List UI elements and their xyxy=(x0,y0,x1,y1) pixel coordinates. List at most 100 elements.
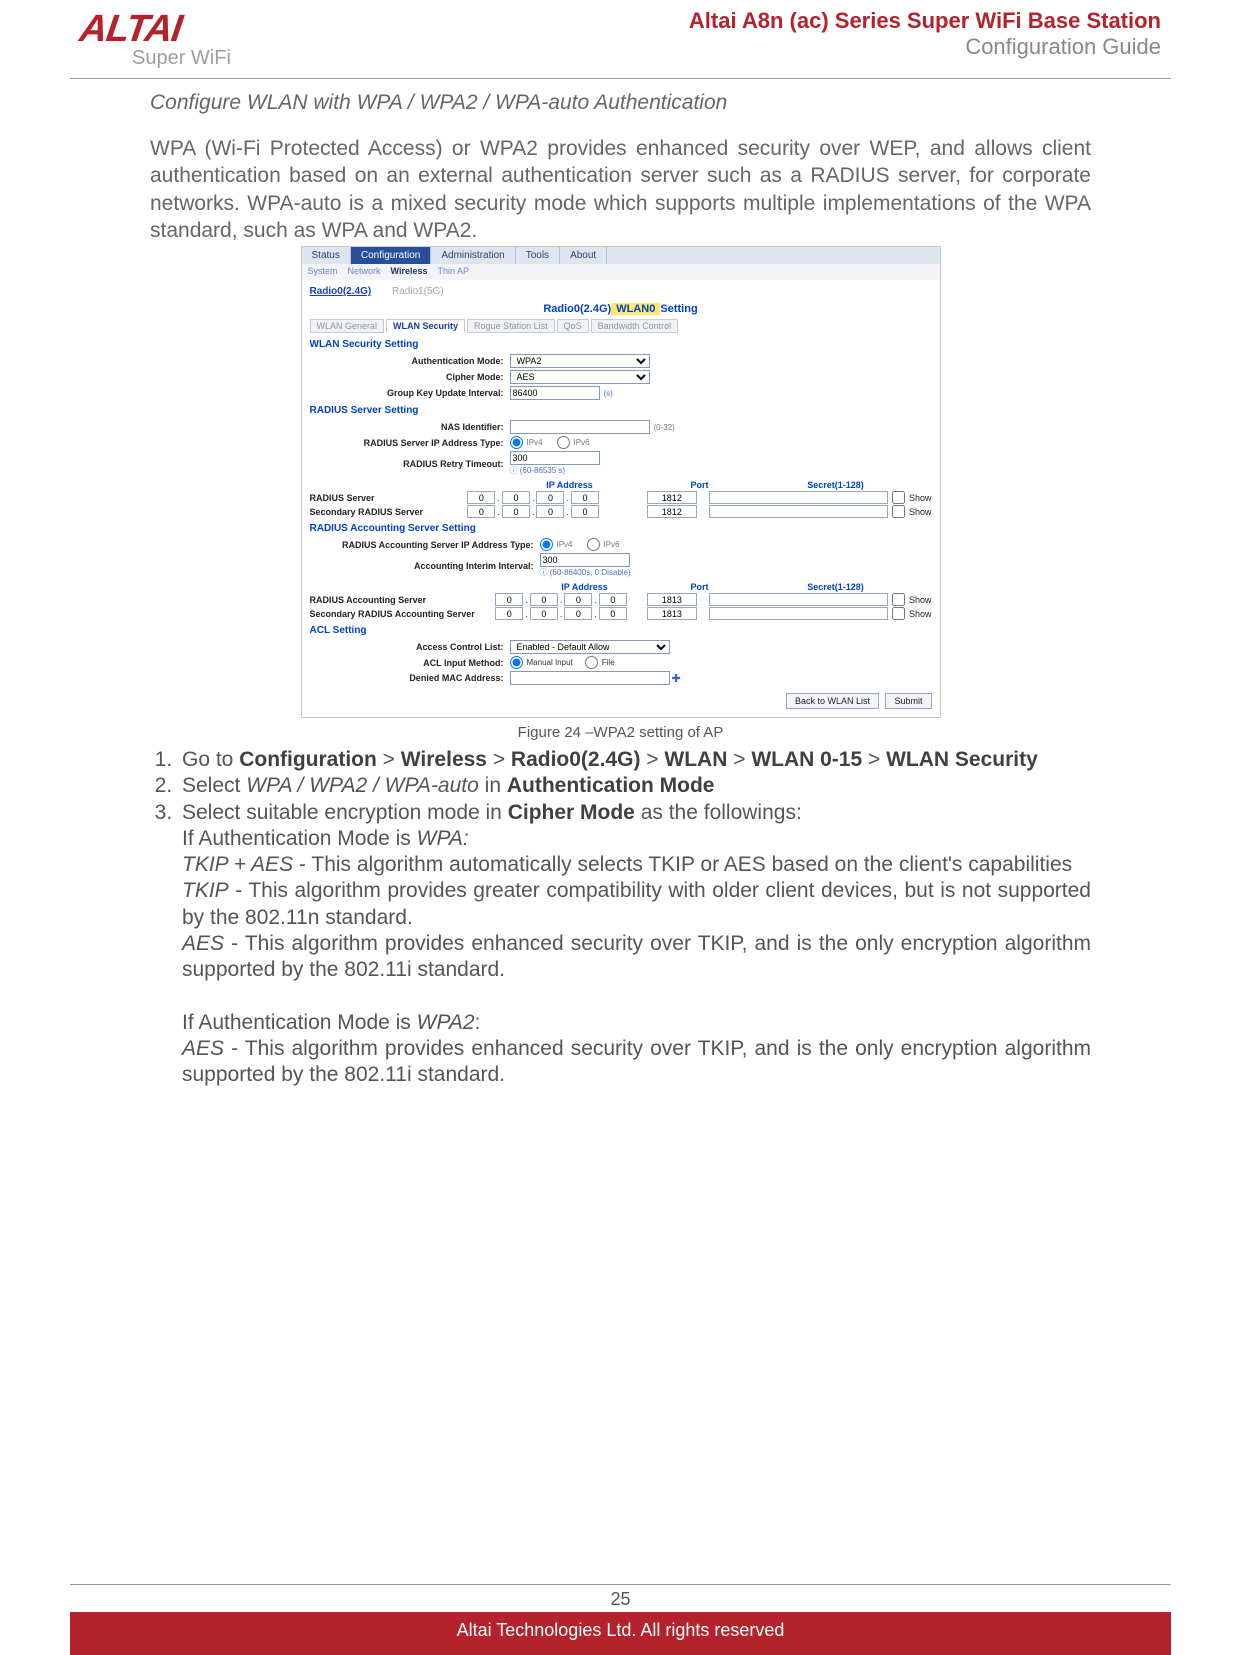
radius-row2-show-check[interactable] xyxy=(892,505,905,518)
s2-it: WPA / WPA2 / WPA-auto xyxy=(246,774,479,797)
radius-row1-ip3[interactable] xyxy=(536,491,564,504)
radio-ipv6[interactable] xyxy=(557,436,570,449)
acct-row-1: RADIUS Accounting Server . . . Show xyxy=(310,593,932,606)
add-mac-icon[interactable]: ✚ xyxy=(672,672,681,685)
acct-row2-ip3[interactable] xyxy=(564,607,592,620)
retry-hint: (60-86535 s) xyxy=(520,466,565,475)
radius-row2-ip1[interactable] xyxy=(467,505,495,518)
acct-row2-ip1[interactable] xyxy=(495,607,523,620)
subtab-system[interactable]: System xyxy=(308,266,338,276)
radius-row1-ip2[interactable] xyxy=(502,491,530,504)
subtab-network[interactable]: Network xyxy=(348,266,381,276)
acct-row1-secret[interactable] xyxy=(709,593,888,606)
s1-gt5: > xyxy=(862,748,886,771)
s1-pre: Go to xyxy=(182,748,239,771)
head-wlan-security: WLAN Security Setting xyxy=(310,339,932,350)
acct-row2-name: Secondary RADIUS Accounting Server xyxy=(310,609,496,619)
tab-configuration[interactable]: Configuration xyxy=(351,247,431,264)
tab-status[interactable]: Status xyxy=(302,247,351,264)
s3-post: as the followings: xyxy=(635,801,802,824)
row-acl-list: Access Control List: Enabled - Default A… xyxy=(310,640,932,654)
page-header: ALTAI Super WiFi Altai A8n (ac) Series S… xyxy=(0,0,1241,74)
acct-radio-ipv6[interactable] xyxy=(587,538,600,551)
acct-row2-show-check[interactable] xyxy=(892,607,905,620)
acct-row1-ip3[interactable] xyxy=(564,593,592,606)
subtab-wireless[interactable]: Wireless xyxy=(391,266,428,276)
head-radius: RADIUS Server Setting xyxy=(310,405,932,416)
s1-gt4: > xyxy=(727,748,751,771)
radius-row1-ip4[interactable] xyxy=(571,491,599,504)
input-gku[interactable] xyxy=(510,386,600,400)
acct-row1-name: RADIUS Accounting Server xyxy=(310,595,496,605)
s1-b1: Configuration xyxy=(239,748,377,771)
radius-row2-ip4[interactable] xyxy=(571,505,599,518)
subtab-thinap[interactable]: Thin AP xyxy=(437,266,469,276)
tab-about[interactable]: About xyxy=(560,247,607,264)
radius-row2-secret[interactable] xyxy=(709,505,888,518)
tab-administration[interactable]: Administration xyxy=(431,247,515,264)
label-acct-iptype: RADIUS Accounting Server IP Address Type… xyxy=(310,540,540,550)
select-cipher[interactable]: AES xyxy=(510,370,650,384)
tab-tools[interactable]: Tools xyxy=(516,247,560,264)
input-nas[interactable] xyxy=(510,420,650,434)
label-retry: RADIUS Retry Timeout: xyxy=(310,459,510,469)
select-auth-mode[interactable]: WPA2 xyxy=(510,354,650,368)
content-area: Configure WLAN with WPA / WPA2 / WPA-aut… xyxy=(0,79,1241,1088)
radio-ipv4[interactable] xyxy=(510,436,523,449)
row-retry: RADIUS Retry Timeout: ⓘ (60-86535 s) xyxy=(310,451,932,476)
label-acct-interval: Accounting Interim Interval: xyxy=(310,561,540,571)
th-secret: Secret(1-128) xyxy=(740,480,932,490)
tiny-tab-security[interactable]: WLAN Security xyxy=(386,319,465,333)
footer-copyright: Altai Technologies Ltd. All rights reser… xyxy=(70,1612,1171,1655)
doc-title-sub: Configuration Guide xyxy=(689,34,1161,60)
screenshot-body: Radio0(2.4G) Radio1(5G) Radio0(2.4G) WLA… xyxy=(302,280,940,717)
radius-row1-show-check[interactable] xyxy=(892,491,905,504)
s1-b6: WLAN Security xyxy=(886,748,1038,771)
radio-acl-file[interactable] xyxy=(585,656,598,669)
back-button[interactable]: Back to WLAN List xyxy=(786,693,879,709)
tiny-tab-rogue[interactable]: Rogue Station List xyxy=(467,319,555,333)
s2-pre: Select xyxy=(182,774,246,797)
radius-row2-ip3[interactable] xyxy=(536,505,564,518)
acct-row2-secret[interactable] xyxy=(709,607,888,620)
tiny-tab-general[interactable]: WLAN General xyxy=(310,319,385,333)
input-denied-mac[interactable] xyxy=(510,671,670,685)
radius-row1-port[interactable] xyxy=(647,491,697,504)
s3-aes-it: AES xyxy=(182,932,224,955)
radius-row2-ip2[interactable] xyxy=(502,505,530,518)
tiny-tab-qos[interactable]: QoS xyxy=(557,319,589,333)
acct-row2-ip4[interactable] xyxy=(599,607,627,620)
s3-tkipaes-it: TKIP + AES xyxy=(182,853,293,876)
input-acct-interval[interactable] xyxy=(540,553,630,567)
row-auth-mode: Authentication Mode: WPA2 xyxy=(310,354,932,368)
radio1-link[interactable]: Radio1(5G) xyxy=(392,286,444,297)
submit-button[interactable]: Submit xyxy=(885,693,931,709)
screenshot: Status Configuration Administration Tool… xyxy=(301,246,941,718)
label-nas: NAS Identifier: xyxy=(310,422,510,432)
acct-table-head: IP Address Port Secret(1-128) xyxy=(310,582,932,592)
tiny-tab-bandwidth[interactable]: Bandwidth Control xyxy=(591,319,679,333)
logo-text: ALTAI xyxy=(77,8,184,51)
acct-row2-ip2[interactable] xyxy=(530,607,558,620)
acct-row1-ip2[interactable] xyxy=(530,593,558,606)
acct-row2-port[interactable] xyxy=(647,607,697,620)
row-acct-iptype: RADIUS Accounting Server IP Address Type… xyxy=(310,538,932,551)
acct-radio-ipv4[interactable] xyxy=(540,538,553,551)
acct-row1-ip1[interactable] xyxy=(495,593,523,606)
select-acl-list[interactable]: Enabled - Default Allow xyxy=(510,640,670,654)
s1-b2: Wireless xyxy=(401,748,487,771)
acct-th-ip: IP Address xyxy=(510,582,660,592)
row-denied-mac: Denied MAC Address: ✚ xyxy=(310,671,932,685)
acct-row2-show: Show xyxy=(909,609,932,619)
acct-row1-port[interactable] xyxy=(647,593,697,606)
acct-row1-ip4[interactable] xyxy=(599,593,627,606)
top-tab-bar: Status Configuration Administration Tool… xyxy=(302,247,940,264)
radius-row2-port[interactable] xyxy=(647,505,697,518)
radius-row1-secret[interactable] xyxy=(709,491,888,504)
s3-tkipaes-txt: - This algorithm automatically selects T… xyxy=(293,853,1072,876)
acct-row1-show-check[interactable] xyxy=(892,593,905,606)
radio0-link[interactable]: Radio0(2.4G) xyxy=(310,286,372,297)
radio-acl-manual[interactable] xyxy=(510,656,523,669)
radius-row1-ip1[interactable] xyxy=(467,491,495,504)
input-retry[interactable] xyxy=(510,451,600,465)
